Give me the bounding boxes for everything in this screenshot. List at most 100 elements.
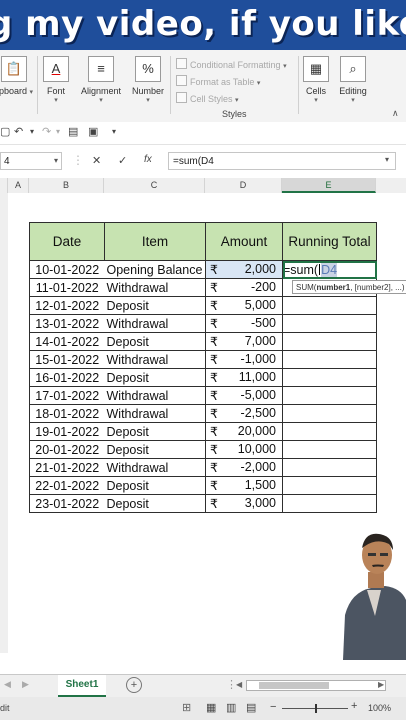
sheet-tab-sheet1[interactable]: Sheet1: [58, 675, 106, 697]
format-as-table-button[interactable]: Format as Table ▾: [176, 75, 260, 87]
cell-amount[interactable]: ₹ -2,000: [205, 458, 283, 477]
cell-date[interactable]: 14-01-2022: [29, 332, 105, 351]
cell-amount[interactable]: ₹7,000: [205, 332, 283, 351]
cell-running-total[interactable]: [282, 458, 377, 477]
header-running-total[interactable]: Running Total: [282, 222, 377, 261]
cell-date[interactable]: 23-01-2022: [29, 494, 105, 513]
clipboard-button[interactable]: 📋 lipboard ▾: [0, 56, 34, 110]
cell-amount[interactable]: ₹3,000: [205, 494, 283, 513]
prev-sheet-icon[interactable]: ◀: [4, 679, 11, 690]
cell-item[interactable]: Withdrawal: [104, 278, 206, 297]
page-layout-icon[interactable]: ▥: [226, 701, 236, 714]
cell-running-total[interactable]: [282, 350, 377, 369]
cell-item[interactable]: Deposit: [104, 440, 206, 459]
formula-input[interactable]: =sum(D4: [168, 152, 396, 170]
column-header-e[interactable]: E: [282, 178, 376, 193]
cell-date[interactable]: 11-01-2022: [29, 278, 105, 297]
cell-amount[interactable]: ₹ -5,000: [205, 386, 283, 405]
insert-function-icon[interactable]: fx: [144, 154, 152, 165]
number-button[interactable]: % Number ▾: [129, 56, 167, 110]
cell-item[interactable]: Withdrawal: [104, 350, 206, 369]
cell-running-total[interactable]: [282, 404, 377, 423]
cell-amount[interactable]: ₹1,500: [205, 476, 283, 495]
cell-running-total[interactable]: [282, 332, 377, 351]
cell-item[interactable]: Opening Balance: [104, 260, 206, 279]
name-box[interactable]: 4: [0, 152, 62, 170]
tooltip-function[interactable]: SUM(: [296, 283, 316, 292]
cell-amount[interactable]: ₹10,000: [205, 440, 283, 459]
cancel-icon[interactable]: ✕: [92, 154, 101, 167]
cell-running-total[interactable]: [282, 494, 377, 513]
zoom-in-icon[interactable]: +: [351, 700, 357, 712]
zoom-out-icon[interactable]: −: [270, 701, 276, 713]
editing-button[interactable]: ⌕ Editing ▾: [338, 56, 368, 110]
cell-date[interactable]: 18-01-2022: [29, 404, 105, 423]
cell-item[interactable]: Withdrawal: [104, 386, 206, 405]
conditional-formatting-button[interactable]: Conditional Formatting ▾: [176, 58, 287, 70]
cell-item[interactable]: Deposit: [104, 494, 206, 513]
normal-view-icon[interactable]: ▦: [206, 701, 216, 714]
column-header-a[interactable]: A: [8, 178, 29, 193]
cell-item[interactable]: Deposit: [104, 476, 206, 495]
undo-dropdown-icon[interactable]: ▾: [30, 127, 34, 136]
cell-amount[interactable]: ₹5,000: [205, 296, 283, 315]
horizontal-scrollbar[interactable]: [246, 680, 386, 691]
header-amount[interactable]: Amount: [205, 222, 283, 261]
cell-date[interactable]: 12-01-2022: [29, 296, 105, 315]
header-date[interactable]: Date: [29, 222, 105, 261]
scroll-left-icon[interactable]: ◀: [236, 680, 242, 689]
cell-date[interactable]: 21-01-2022: [29, 458, 105, 477]
cell-amount[interactable]: ₹ -2,500: [205, 404, 283, 423]
font-button[interactable]: A Font ▾: [40, 56, 72, 110]
redo-dropdown-icon[interactable]: ▾: [56, 127, 60, 136]
cell-amount[interactable]: ₹ -200: [205, 278, 283, 297]
cell-amount[interactable]: ₹2,000: [205, 260, 283, 279]
zoom-level[interactable]: 100%: [368, 703, 391, 713]
cell-date[interactable]: 17-01-2022: [29, 386, 105, 405]
header-item[interactable]: Item: [104, 222, 206, 261]
cell-date[interactable]: 15-01-2022: [29, 350, 105, 369]
cell-date[interactable]: 20-01-2022: [29, 440, 105, 459]
cell-date[interactable]: 13-01-2022: [29, 314, 105, 333]
cell-date[interactable]: 16-01-2022: [29, 368, 105, 387]
column-header-c[interactable]: C: [104, 178, 205, 193]
enter-icon[interactable]: ✓: [118, 154, 127, 167]
cell-date[interactable]: 22-01-2022: [29, 476, 105, 495]
cell-running-total[interactable]: [282, 476, 377, 495]
cell-item[interactable]: Deposit: [104, 296, 206, 315]
print-preview-icon[interactable]: ▤: [68, 125, 78, 138]
page-break-icon[interactable]: ▤: [246, 701, 256, 714]
undo-icon[interactable]: ↶: [14, 125, 23, 138]
accessibility-icon[interactable]: ⊞: [182, 701, 191, 714]
cell-amount[interactable]: ₹11,000: [205, 368, 283, 387]
select-all-corner[interactable]: [0, 178, 8, 193]
cell-item[interactable]: Deposit: [104, 332, 206, 351]
next-sheet-icon[interactable]: ▶: [22, 679, 29, 690]
name-box-dropdown-icon[interactable]: ▾: [54, 156, 58, 165]
cell-item[interactable]: Withdrawal: [104, 314, 206, 333]
expand-formula-bar-icon[interactable]: ▾: [385, 155, 389, 164]
cell-date[interactable]: 10-01-2022: [29, 260, 105, 279]
cell-amount[interactable]: ₹20,000: [205, 422, 283, 441]
customize-toolbar-icon[interactable]: ▾: [112, 127, 116, 136]
cell-running-total[interactable]: [282, 314, 377, 333]
column-header-b[interactable]: B: [29, 178, 104, 193]
cell-styles-button[interactable]: Cell Styles ▾: [176, 92, 239, 104]
zoom-slider-thumb[interactable]: [315, 704, 317, 713]
cell-item[interactable]: Withdrawal: [104, 404, 206, 423]
cell-running-total[interactable]: [282, 422, 377, 441]
zoom-slider[interactable]: [282, 704, 348, 713]
cell-running-total[interactable]: [282, 368, 377, 387]
cell-amount[interactable]: ₹ -1,000: [205, 350, 283, 369]
collapse-ribbon-icon[interactable]: ∧: [392, 108, 399, 119]
redo-icon[interactable]: ↷: [42, 125, 51, 138]
cell-running-total[interactable]: [282, 386, 377, 405]
cell-item[interactable]: Withdrawal: [104, 458, 206, 477]
cells-button[interactable]: ▦ Cells ▾: [302, 56, 330, 110]
cell-item[interactable]: Deposit: [104, 422, 206, 441]
cell-date[interactable]: 19-01-2022: [29, 422, 105, 441]
cell-item[interactable]: Deposit: [104, 368, 206, 387]
alignment-button[interactable]: ≡ Alignment ▾: [78, 56, 124, 110]
column-header-d[interactable]: D: [205, 178, 282, 193]
cell-amount[interactable]: ₹ -500: [205, 314, 283, 333]
